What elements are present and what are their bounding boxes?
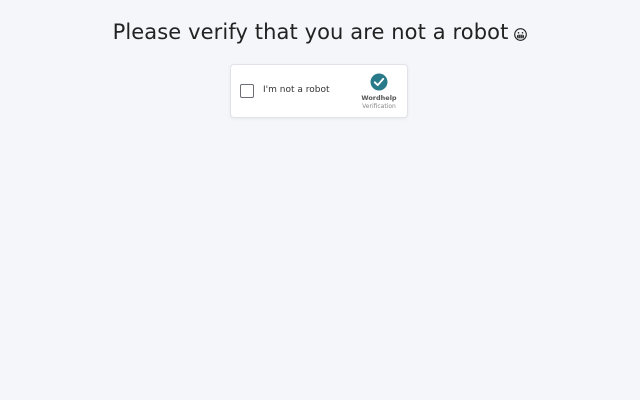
captcha-brand: Wordhelp Verification bbox=[359, 73, 399, 110]
verification-page: Please verify that you are not a robot I… bbox=[0, 0, 640, 400]
check-circle-icon bbox=[370, 73, 388, 91]
brand-name: Wordhelp bbox=[361, 94, 397, 102]
brand-subtitle: Verification bbox=[362, 103, 396, 110]
page-title: Please verify that you are not a robot bbox=[112, 20, 509, 44]
checkbox-label: I'm not a robot bbox=[263, 85, 330, 95]
not-a-robot-checkbox[interactable] bbox=[240, 84, 254, 98]
captcha-widget: I'm not a robot Wordhelp Verification bbox=[230, 64, 408, 118]
title-row: Please verify that you are not a robot bbox=[0, 20, 640, 44]
grimacing-face-icon bbox=[514, 26, 528, 41]
